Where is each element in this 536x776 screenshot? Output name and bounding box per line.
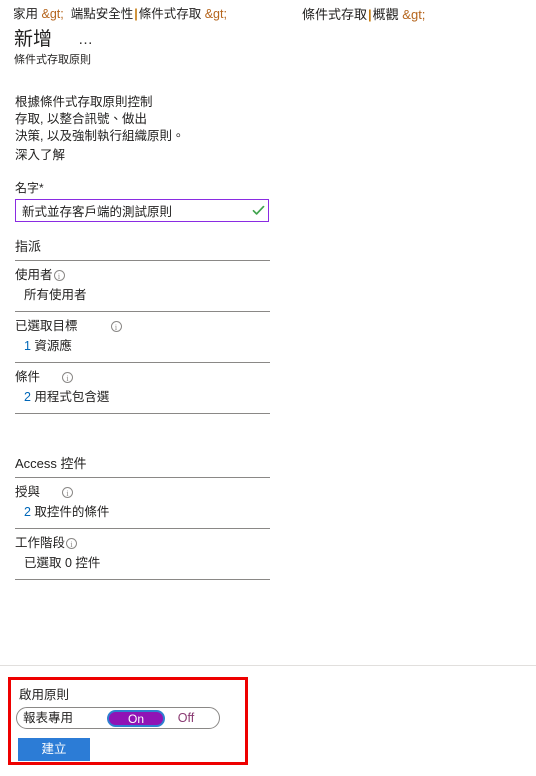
row-label-target-resources: 已選取目標 i [15,318,270,334]
target-resources-label: 已選取目標 [15,319,78,333]
breadcrumb-item-conditional-access-2[interactable]: 條件式存取 [302,7,367,22]
info-icon[interactable]: i [110,320,122,332]
create-button[interactable]: 建立 [18,738,90,761]
row-label-users: 使用者 i [15,267,270,283]
grant-label: 授與 [15,485,41,499]
target-resources-count: 1 [24,339,31,353]
assignments-section-title: 指派 [15,239,42,254]
breadcrumb-right: 條件式存取|概觀 &gt; [302,6,425,24]
assignments-section: 指派 使用者 i 所有使用者 已選取目標 i 1 資源應 條件 i 2 用程式包… [15,238,270,414]
validation-check-icon [248,200,268,221]
users-label: 使用者 [15,268,53,282]
assignment-row-conditions[interactable]: 條件 i 2 用程式包含選 [15,363,270,413]
session-value[interactable]: 已選取 0 控件 [24,555,270,572]
policy-description: 根據條件式存取原則控制 存取, 以整合訊號、做出 決策, 以及強制執行組織原則。… [15,94,275,164]
access-controls-section: Access 控件 授與 i 2 取控件的條件 工作階段 i 已選取 0 控件 [15,455,270,580]
section-divider [15,413,270,414]
learn-more-link[interactable]: 深入了解 [15,147,275,164]
breadcrumb-item-conditional-access[interactable]: 條件式存取 [139,7,202,21]
grant-count: 2 [24,505,31,519]
section-divider [15,579,270,580]
name-input[interactable] [16,200,248,221]
conditions-label: 條件 [15,370,41,384]
toggle-option-off[interactable]: Off [165,708,219,728]
assignment-row-target-resources[interactable]: 已選取目標 i 1 資源應 [15,312,270,362]
toggle-option-on[interactable]: On [107,709,165,727]
description-line-2: 存取, 以整合訊號、做出 [15,112,147,126]
page-title: 新增 [14,29,53,50]
users-value[interactable]: 所有使用者 [24,287,270,304]
target-resources-value[interactable]: 1 資源應 [24,338,270,355]
breadcrumb-item-endpoint-security[interactable]: 端點安全性 [71,7,134,21]
enable-policy-label: 啟用原則 [19,688,70,702]
breadcrumb-separator-3: &gt; [402,7,426,22]
row-label-grant: 授與 i [15,484,270,500]
conditions-text: 用程式包含選 [30,390,110,404]
row-label-conditions: 條件 i [15,369,270,385]
name-field-label: 名字* [15,180,44,196]
grant-text: 取控件的條件 [30,505,110,519]
breadcrumb-left: 家用 &gt; 端點安全性|條件式存取 &gt; [13,5,227,23]
info-icon[interactable]: i [62,486,74,498]
conditions-value[interactable]: 2 用程式包含選 [24,389,270,406]
description-line-3: 決策, 以及強制執行組織原則。 [15,129,185,143]
page-header: 新增 … 條件式存取原則 [14,28,314,68]
enable-policy-toggle-group[interactable]: 報表專用 On Off [16,707,220,729]
access-controls-section-title: Access 控件 [15,456,87,471]
more-options-icon[interactable]: … [78,28,94,52]
footer-divider [0,665,536,666]
target-resources-text: 資源應 [30,339,72,353]
access-row-grant[interactable]: 授與 i 2 取控件的條件 [15,478,270,528]
access-row-session[interactable]: 工作階段 i 已選取 0 控件 [15,529,270,579]
breadcrumb-item-overview[interactable]: 概觀 [373,7,399,22]
description-line-1: 根據條件式存取原則控制 [15,95,153,109]
session-label: 工作階段 [15,536,66,550]
info-icon[interactable]: i [66,537,78,549]
breadcrumb-item-home[interactable]: 家用 [13,7,38,21]
name-label-text: 名字 [15,181,40,195]
breadcrumb-separator-2: &gt; [204,7,227,21]
breadcrumb-separator-1: &gt; [41,7,64,21]
info-icon[interactable]: i [53,269,65,281]
toggle-option-report-only[interactable]: 報表專用 [17,708,107,728]
conditions-count: 2 [24,390,31,404]
info-icon[interactable]: i [62,371,74,383]
name-input-container[interactable] [15,199,269,222]
page-subtitle: 條件式存取原則 [14,54,91,66]
row-label-session: 工作階段 i [15,535,270,551]
required-marker: * [39,181,44,195]
grant-value[interactable]: 2 取控件的條件 [24,504,270,521]
breadcrumb: 家用 &gt; 端點安全性|條件式存取 &gt; 條件式存取|概觀 &gt; [0,5,536,23]
assignment-row-users[interactable]: 使用者 i 所有使用者 [15,261,270,311]
